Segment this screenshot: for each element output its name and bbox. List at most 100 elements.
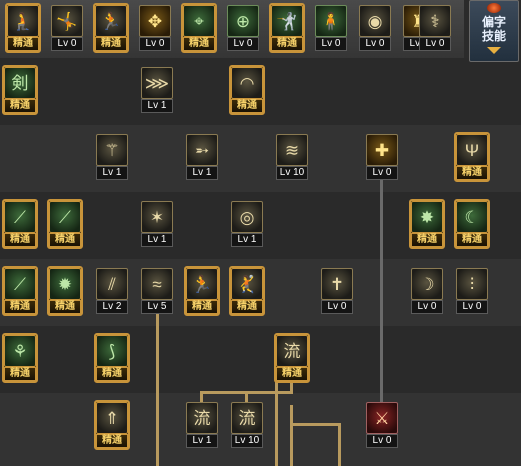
skill-level: Lv 0	[321, 300, 353, 314]
skill-slot[interactable]: ✹ 精通	[47, 266, 83, 316]
mastered-badge: 精通	[276, 367, 308, 381]
skill-level: Lv 0	[419, 37, 451, 51]
skill-slot[interactable]: 🤾 精通	[229, 266, 265, 316]
skill-level: Lv 1	[141, 99, 173, 113]
skill-slot[interactable]: ⚘ 精通	[2, 333, 38, 383]
skill-slot[interactable]: ◉ Lv 0	[359, 5, 391, 51]
skill-slot[interactable]: ⚚ Lv 1	[96, 134, 128, 180]
skill-slot[interactable]: ⟋ 精通	[2, 199, 38, 249]
mastered-badge: 精通	[4, 99, 36, 113]
skill-slot[interactable]: ⟋ 精通	[2, 266, 38, 316]
skill-slot[interactable]: ⇑ 精通	[94, 400, 130, 450]
skill-slot[interactable]: ◠ 精通	[229, 65, 265, 115]
skill-slot[interactable]: ⊕ Lv 0	[227, 5, 259, 51]
gem-icon	[487, 3, 501, 13]
kneeling-fighter-icon: 🧎	[7, 5, 39, 37]
crouching-fighter-icon: 🧍	[315, 5, 347, 37]
mastered-badge: 精通	[411, 233, 443, 247]
mastered-badge: 精通	[4, 300, 36, 314]
crosshair-target-icon: ⊕	[227, 5, 259, 37]
skill-level: Lv 5	[141, 300, 173, 314]
striking-fighter-icon: 🤺	[271, 5, 303, 37]
skill-slot[interactable]: ☾ 精通	[454, 199, 490, 249]
tree-connector	[290, 405, 293, 466]
triple-arc-icon: ⟆	[96, 335, 128, 367]
skill-slot[interactable]: 剣精通	[2, 65, 38, 115]
mastered-badge: 精通	[7, 37, 39, 51]
green-slash-icon: ⟋	[49, 201, 81, 233]
skill-level: Lv 1	[231, 233, 263, 247]
row-band	[0, 125, 521, 192]
mastered-badge: 精通	[95, 37, 127, 51]
skill-slot[interactable]: 🏃 精通	[93, 3, 129, 53]
dual-blade-icon: ⫽	[96, 268, 128, 300]
mastered-badge: 精通	[456, 233, 488, 247]
skill-slot[interactable]: ➵ Lv 1	[186, 134, 218, 180]
skill-slot[interactable]: ☽ Lv 0	[411, 268, 443, 314]
skill-slot[interactable]: ⚔ Lv 0	[366, 402, 398, 448]
skill-slot[interactable]: ✶ Lv 1	[141, 201, 173, 247]
shield-cross-icon: ✚	[366, 134, 398, 166]
tree-connector	[275, 381, 278, 466]
skill-slot[interactable]: ⟆ 精通	[94, 333, 130, 383]
cross-sword-icon: ✝	[321, 268, 353, 300]
mastered-badge: 精通	[4, 367, 36, 381]
leaping-fighter-icon: 🤸	[51, 5, 83, 37]
green-blade-icon: ⟋	[4, 201, 36, 233]
trident-flame-icon: Ψ	[456, 134, 488, 166]
skill-slot[interactable]: 🧍 Lv 0	[315, 5, 347, 51]
dropdown-arrow-icon	[487, 47, 501, 54]
skill-slot[interactable]: Ψ 精通	[454, 132, 490, 182]
kick-fighter-icon: 🤾	[231, 268, 263, 300]
dash-fighter-icon: 🏃	[186, 268, 218, 300]
mastered-badge: 精通	[96, 434, 128, 448]
skill-slot[interactable]: ✚ Lv 0	[366, 134, 398, 180]
skill-slot[interactable]: ≈ Lv 5	[141, 268, 173, 314]
skill-level: Lv 0	[51, 37, 83, 51]
skill-slot[interactable]: ≋ Lv 10	[276, 134, 308, 180]
skill-slot[interactable]: ◎ Lv 1	[231, 201, 263, 247]
skill-slot[interactable]: 流 Lv 1	[186, 402, 218, 448]
skill-slot[interactable]: ⫽ Lv 2	[96, 268, 128, 314]
skill-slot[interactable]: ✸ 精通	[409, 199, 445, 249]
sword-character-icon: 剣	[4, 67, 36, 99]
skill-slot[interactable]: ✝ Lv 0	[321, 268, 353, 314]
skill-slot[interactable]: 流精通	[274, 333, 310, 383]
skill-slot[interactable]: 流 Lv 10	[231, 402, 263, 448]
burst-claw-icon: ✶	[141, 201, 173, 233]
crosshair-icon: ⌖	[183, 5, 215, 37]
skill-slot[interactable]: 🤸 Lv 0	[51, 5, 83, 51]
skill-slot[interactable]: 🏃 精通	[184, 266, 220, 316]
skill-slot[interactable]: ⋙ Lv 1	[141, 67, 173, 113]
skill-slot[interactable]: ⚕ Lv 0	[419, 5, 451, 51]
flow-wing-icon: 流	[186, 402, 218, 434]
skill-filter-button[interactable]: 偏字 技能	[469, 0, 519, 62]
tree-connector	[380, 180, 383, 402]
wind-arc-icon: ≋	[276, 134, 308, 166]
skill-slot[interactable]: 🤺 精通	[269, 3, 305, 53]
skill-slot[interactable]: 🧎 精通	[5, 3, 41, 53]
skill-level: Lv 0	[315, 37, 347, 51]
mastered-badge: 精通	[271, 37, 303, 51]
skill-slot[interactable]: ⫶ Lv 0	[456, 268, 488, 314]
skill-slot[interactable]: ⟋ 精通	[47, 199, 83, 249]
sweep-slash-icon: ◠	[231, 67, 263, 99]
skill-filter-label: 偏字 技能	[481, 15, 506, 43]
feather-branch-icon: ⚘	[4, 335, 36, 367]
skill-level: Lv 10	[231, 434, 263, 448]
mastered-badge: 精通	[49, 300, 81, 314]
mastered-badge: 精通	[231, 300, 263, 314]
long-blade-icon: ⟋	[4, 268, 36, 300]
skill-level: Lv 10	[276, 166, 308, 180]
rising-arrow-icon: ⇑	[96, 402, 128, 434]
spiral-eye-icon: ◉	[359, 5, 391, 37]
star-burst-icon: ✸	[411, 201, 443, 233]
skill-slot[interactable]: ✥ Lv 0	[139, 5, 171, 51]
skill-level: Lv 0	[139, 37, 171, 51]
skill-slot[interactable]: ⌖ 精通	[181, 3, 217, 53]
moon-arc-icon: ☽	[411, 268, 443, 300]
skill-level: Lv 1	[96, 166, 128, 180]
mastered-badge: 精通	[186, 300, 218, 314]
tree-connector	[290, 423, 340, 426]
vortex-slash-icon: ◎	[231, 201, 263, 233]
